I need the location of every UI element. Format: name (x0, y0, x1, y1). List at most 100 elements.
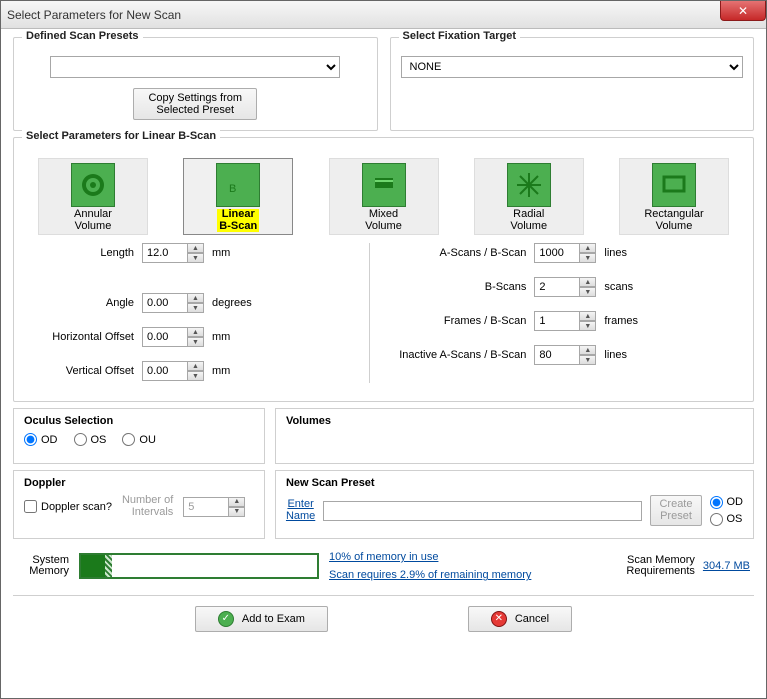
cancel-button[interactable]: Cancel (468, 606, 572, 632)
hoff-input[interactable]: ▲▼ (142, 327, 204, 347)
angle-input[interactable]: ▲▼ (142, 293, 204, 313)
hoff-label: Horizontal Offset (32, 331, 142, 343)
memory-use-text[interactable]: 10% of memory in use (329, 551, 531, 563)
oculus-group: Oculus Selection OD OS OU (13, 408, 265, 464)
volumes-title: Volumes (286, 415, 743, 427)
spin-down-icon[interactable]: ▼ (580, 321, 596, 331)
spin-up-icon[interactable]: ▲ (188, 327, 204, 337)
oculus-os-radio[interactable]: OS (74, 433, 107, 446)
scantype-title: Select Parameters for Linear B-Scan (22, 130, 220, 142)
inactive-label: Inactive A-Scans / B-Scan (384, 349, 534, 361)
memory-used-bar (81, 555, 105, 577)
titlebar: Select Parameters for New Scan ✕ (1, 1, 766, 29)
spin-up-icon[interactable]: ▲ (580, 243, 596, 253)
volumes-group: Volumes (275, 408, 754, 464)
tile-label: Annular Volume (43, 209, 143, 232)
oculus-od-radio[interactable]: OD (24, 433, 58, 446)
new-preset-group: New Scan Preset Enter Name Create Preset… (275, 470, 754, 539)
tile-label: Radial Volume (479, 209, 579, 232)
preset-od-radio[interactable]: OD (710, 496, 744, 509)
copy-settings-button[interactable]: Copy Settings from Selected Preset (133, 88, 257, 120)
oculus-ou-radio[interactable]: OU (122, 433, 156, 446)
tile-label: Linear B-Scan (217, 209, 259, 232)
spin-up-icon: ▲ (229, 497, 245, 507)
tile-linear-bscan[interactable]: B Linear B-Scan (183, 158, 293, 235)
tile-label: Rectangular Volume (624, 209, 724, 232)
spin-up-icon[interactable]: ▲ (188, 293, 204, 303)
memory-need-text[interactable]: Scan requires 2.9% of remaining memory (329, 569, 531, 581)
cancel-icon (491, 611, 507, 627)
new-preset-title: New Scan Preset (286, 477, 743, 489)
spin-up-icon[interactable]: ▲ (188, 243, 204, 253)
doppler-group: Doppler Doppler scan? Number of Interval… (13, 470, 265, 539)
angle-label: Angle (32, 297, 142, 309)
add-label: Add to Exam (242, 613, 305, 625)
memory-req-value[interactable]: 304.7 MB (703, 560, 750, 572)
rect-icon (652, 163, 696, 207)
tile-mixed-volume[interactable]: Mixed Volume (329, 158, 439, 235)
fixation-select[interactable]: NONE (401, 56, 744, 78)
spin-down-icon[interactable]: ▼ (188, 371, 204, 381)
voff-input[interactable]: ▲▼ (142, 361, 204, 381)
ascans-input[interactable]: ▲▼ (534, 243, 596, 263)
oculus-title: Oculus Selection (24, 415, 254, 427)
enter-name-link[interactable]: Enter Name (286, 499, 315, 522)
tile-label: Mixed Volume (334, 209, 434, 232)
presets-select[interactable] (50, 56, 340, 78)
memory-req-label: Scan Memory Requirements (626, 555, 694, 578)
bscans-input[interactable]: ▲▼ (534, 277, 596, 297)
system-memory-row: System Memory 10% of memory in use Scan … (13, 545, 754, 587)
voff-label: Vertical Offset (32, 365, 142, 377)
spin-down-icon[interactable]: ▼ (188, 337, 204, 347)
doppler-check[interactable]: Doppler scan? (24, 500, 112, 513)
memory-bar (79, 553, 319, 579)
inactive-input[interactable]: ▲▼ (534, 345, 596, 365)
bscans-unit: scans (596, 281, 633, 293)
ascans-label: A-Scans / B-Scan (384, 247, 534, 259)
memory-needed-bar (105, 555, 112, 577)
ascans-unit: lines (596, 247, 627, 259)
spin-up-icon[interactable]: ▲ (580, 277, 596, 287)
dialog-window: Select Parameters for New Scan ✕ Defined… (0, 0, 767, 699)
spin-down-icon[interactable]: ▼ (188, 253, 204, 263)
spin-down-icon: ▼ (229, 507, 245, 517)
spin-up-icon[interactable]: ▲ (580, 311, 596, 321)
footer: Add to Exam Cancel (13, 595, 754, 641)
fixation-group: Select Fixation Target NONE (390, 37, 755, 131)
window-title: Select Parameters for New Scan (7, 8, 181, 22)
frames-input[interactable]: ▲▼ (534, 311, 596, 331)
spin-up-icon[interactable]: ▲ (580, 345, 596, 355)
length-label: Length (32, 247, 142, 259)
frames-label: Frames / B-Scan (384, 315, 534, 327)
spin-up-icon[interactable]: ▲ (188, 361, 204, 371)
spin-down-icon[interactable]: ▼ (188, 303, 204, 313)
length-input[interactable]: ▲▼ (142, 243, 204, 263)
preset-os-radio[interactable]: OS (710, 513, 744, 526)
linear-icon: B (216, 163, 260, 207)
hoff-unit: mm (204, 331, 230, 343)
length-unit: mm (204, 247, 230, 259)
spin-down-icon[interactable]: ▼ (580, 253, 596, 263)
create-preset-button[interactable]: Create Preset (650, 495, 701, 526)
presets-group: Defined Scan Presets Copy Settings from … (13, 37, 378, 131)
frames-unit: frames (596, 315, 638, 327)
fixation-title: Select Fixation Target (399, 30, 521, 42)
scantype-group: Select Parameters for Linear B-Scan Annu… (13, 137, 754, 402)
tile-radial-volume[interactable]: Radial Volume (474, 158, 584, 235)
intervals-label: Number of Intervals (122, 495, 173, 518)
intervals-input: ▲▼ (183, 497, 245, 517)
add-to-exam-button[interactable]: Add to Exam (195, 606, 328, 632)
cancel-label: Cancel (515, 613, 549, 625)
svg-text:B: B (229, 183, 236, 195)
spin-down-icon[interactable]: ▼ (580, 355, 596, 365)
mixed-icon (362, 163, 406, 207)
angle-unit: degrees (204, 297, 252, 309)
tile-annular-volume[interactable]: Annular Volume (38, 158, 148, 235)
spin-down-icon[interactable]: ▼ (580, 287, 596, 297)
close-button[interactable]: ✕ (720, 1, 766, 21)
preset-name-input[interactable] (323, 501, 642, 521)
inactive-unit: lines (596, 349, 627, 361)
vertical-separator (369, 243, 370, 383)
tile-rectangular-volume[interactable]: Rectangular Volume (619, 158, 729, 235)
voff-unit: mm (204, 365, 230, 377)
